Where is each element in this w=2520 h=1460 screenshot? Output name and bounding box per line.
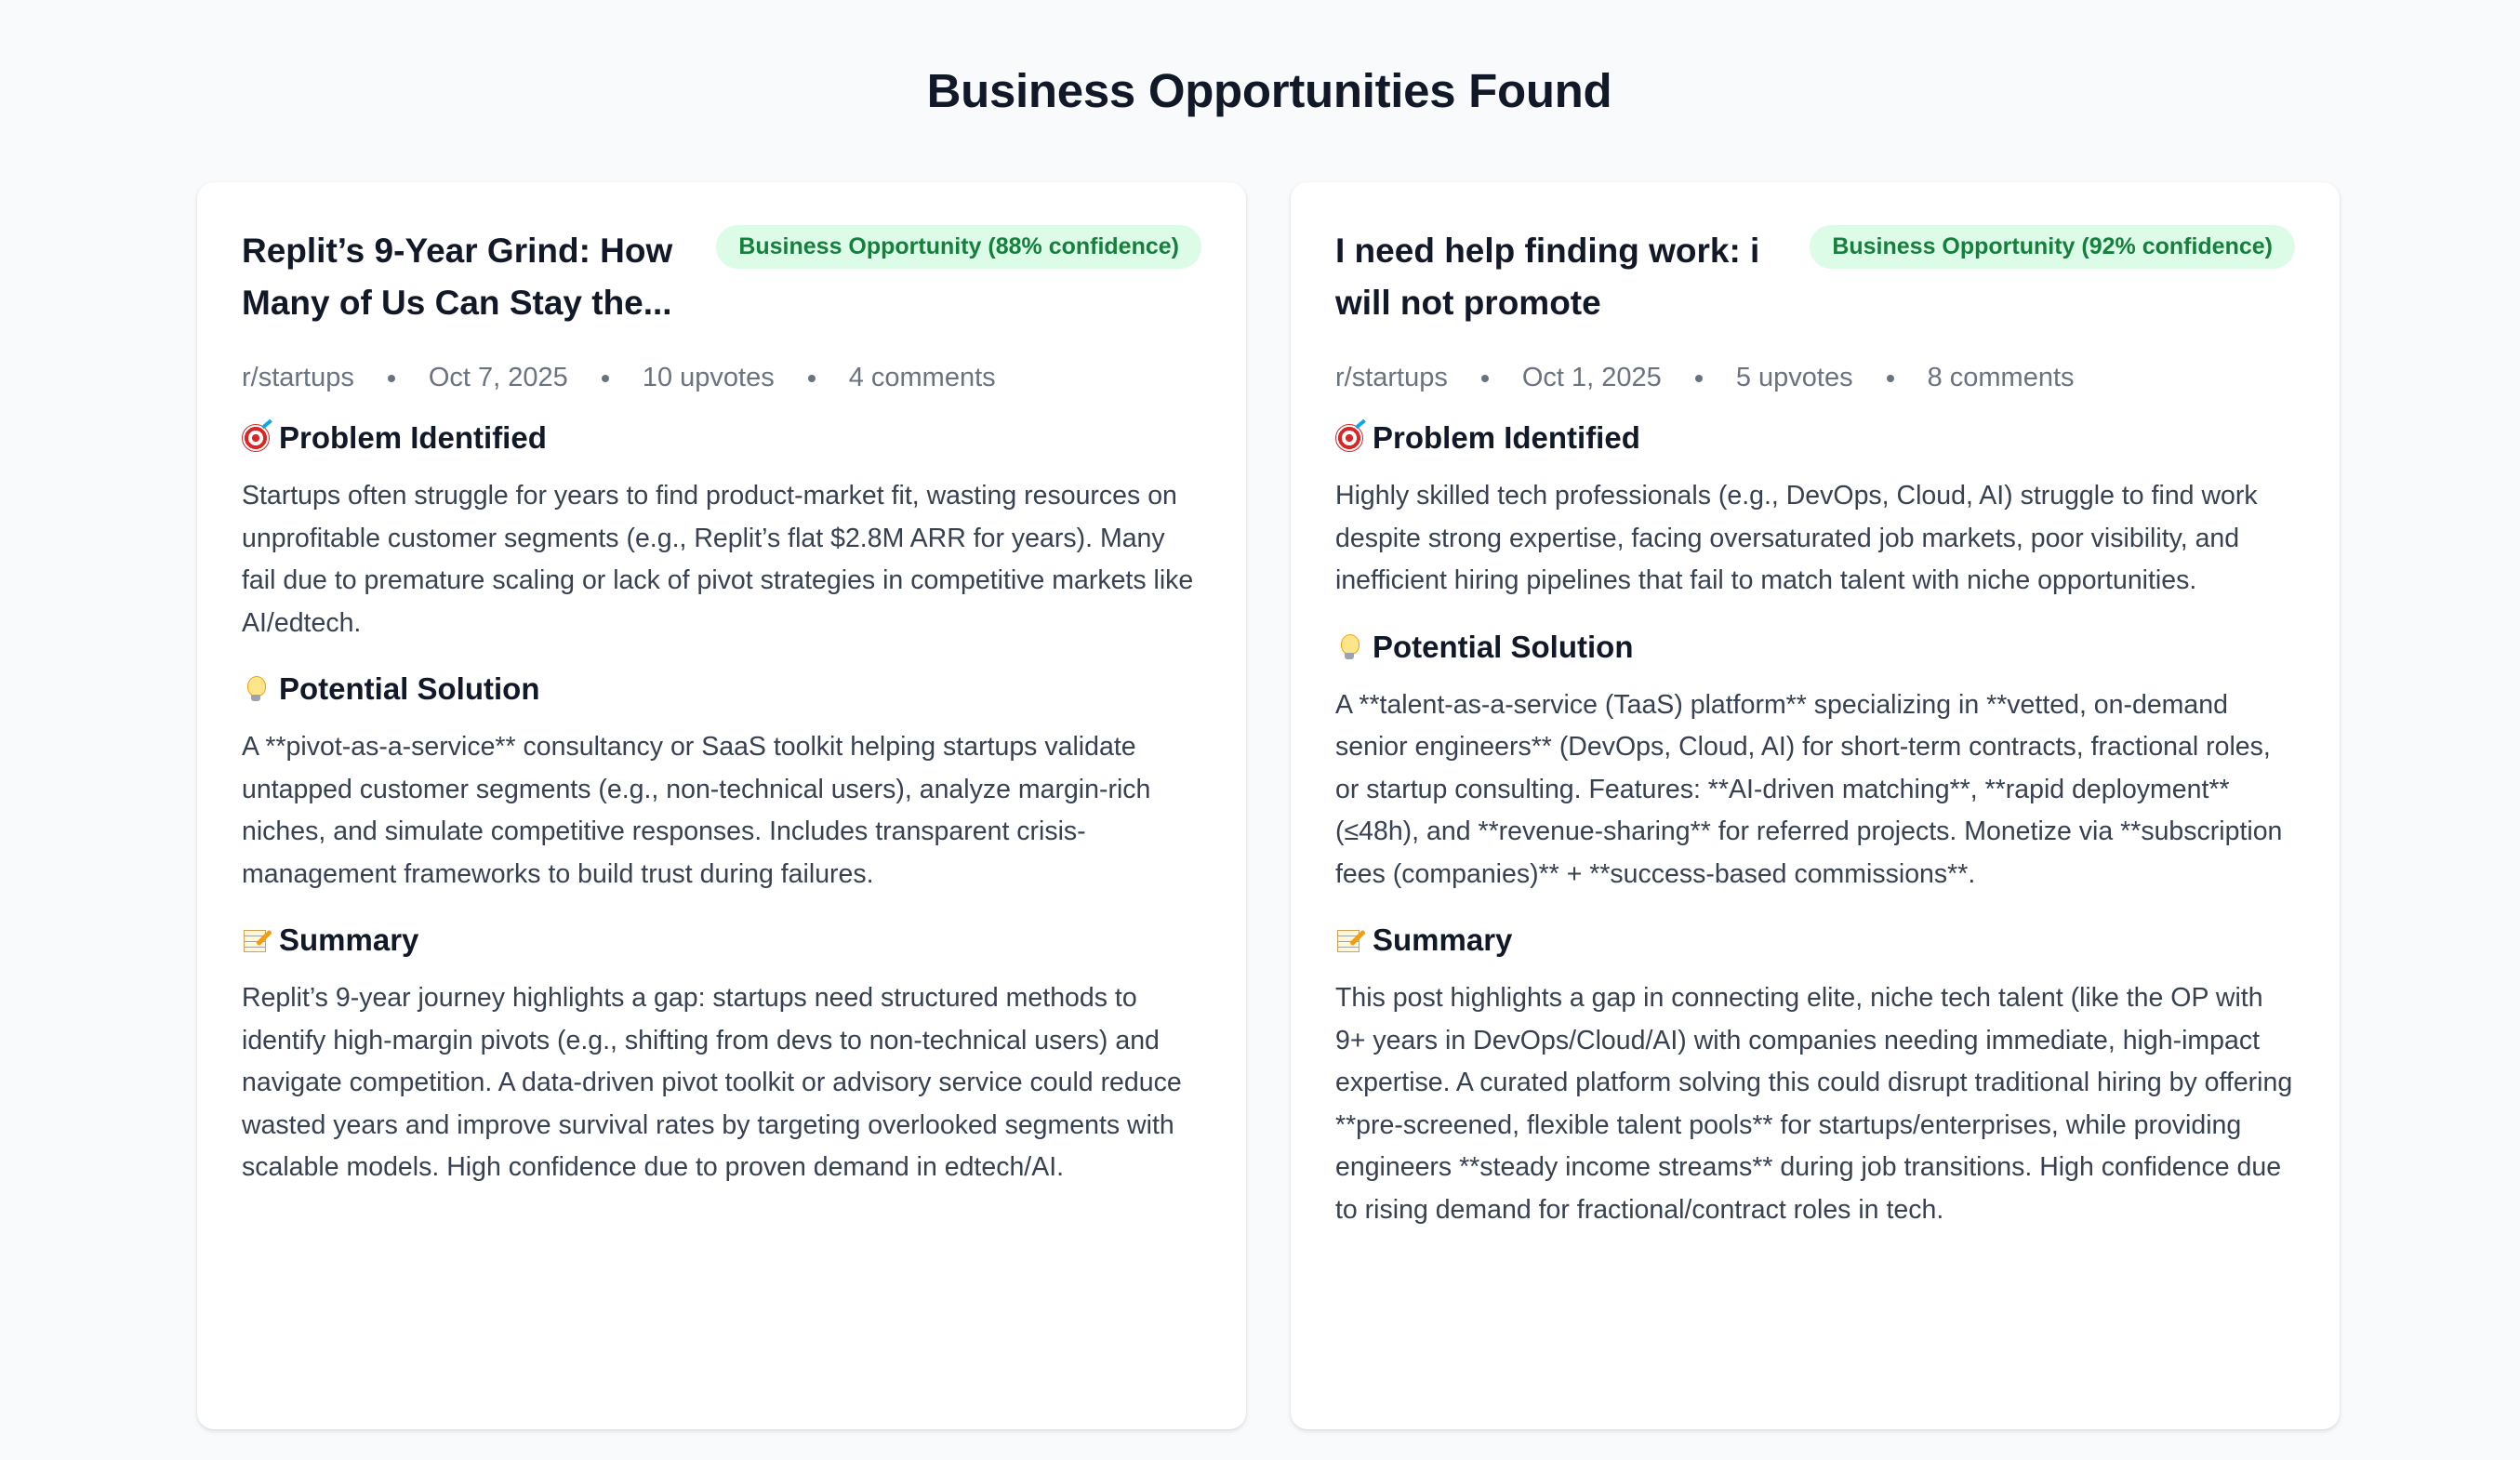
post-date: Oct 1, 2025: [1521, 363, 1662, 392]
confidence-badge: Business Opportunity (92% confidence): [1810, 225, 2295, 269]
opportunity-card: I need help finding work: i will not pro…: [1291, 182, 2340, 1429]
summary-section-title: Summary: [242, 920, 1201, 961]
summary-text: Replit’s 9-year journey highlights a gap…: [242, 983, 1182, 1182]
separator-dot: [1694, 374, 1703, 382]
separator-dot: [1886, 374, 1894, 382]
target-icon: [1335, 424, 1363, 452]
upvote-count: 10 upvotes: [642, 363, 775, 392]
post-date: Oct 7, 2025: [428, 363, 568, 392]
upvote-count: 5 upvotes: [1735, 363, 1853, 392]
post-meta: r/startups Oct 1, 2025 5 upvotes 8 comme…: [1335, 363, 2295, 393]
separator-dot: [387, 374, 395, 382]
problem-section-title: Problem Identified: [242, 418, 1201, 458]
card-header: Replit’s 9-Year Grind: How Many of Us Ca…: [242, 225, 1201, 329]
section-title-label: Summary: [1373, 922, 1513, 957]
summary-section-title: Summary: [1335, 920, 2295, 961]
problem-text: Startups often struggle for years to fin…: [242, 481, 1194, 638]
memo-icon: [1335, 926, 1363, 954]
section-title-label: Potential Solution: [1373, 629, 1634, 664]
solution-section-title: Potential Solution: [242, 669, 1201, 710]
section-title-label: Summary: [279, 922, 419, 957]
subreddit-link[interactable]: r/startups: [242, 363, 354, 393]
opportunity-card-list: Replit’s 9-Year Grind: How Many of Us Ca…: [197, 182, 2341, 1429]
lightbulb-icon: [1335, 633, 1363, 661]
post-title[interactable]: I need help finding work: i will not pro…: [1335, 225, 1800, 329]
summary-text: This post highlights a gap in connecting…: [1335, 983, 2293, 1225]
page-title: Business Opportunities Found: [926, 64, 1612, 117]
memo-icon: [242, 926, 270, 954]
solution-section-title: Potential Solution: [1335, 627, 2295, 668]
section-title-label: Problem Identified: [279, 420, 547, 455]
separator-dot: [601, 374, 609, 382]
target-icon: [242, 424, 270, 452]
solution-text: A **talent-as-a-service (TaaS) platform*…: [1335, 689, 2283, 889]
section-title-label: Problem Identified: [1373, 420, 1640, 455]
section-title-label: Potential Solution: [279, 671, 540, 706]
problem-text: Highly skilled tech professionals (e.g.,…: [1335, 481, 2258, 595]
confidence-badge: Business Opportunity (88% confidence): [716, 225, 1201, 269]
comment-count: 4 comments: [848, 363, 996, 392]
lightbulb-icon: [242, 675, 270, 703]
post-title[interactable]: Replit’s 9-Year Grind: How Many of Us Ca…: [242, 225, 707, 329]
separator-dot: [1480, 374, 1489, 382]
comment-count: 8 comments: [1927, 363, 2075, 392]
problem-section-title: Problem Identified: [1335, 418, 2295, 458]
opportunity-card: Replit’s 9-Year Grind: How Many of Us Ca…: [197, 182, 1246, 1429]
subreddit-link[interactable]: r/startups: [1335, 363, 1448, 393]
separator-dot: [807, 374, 816, 382]
solution-text: A **pivot-as-a-service** consultancy or …: [242, 732, 1151, 889]
post-meta: r/startups Oct 7, 2025 10 upvotes 4 comm…: [242, 363, 1201, 393]
card-header: I need help finding work: i will not pro…: [1335, 225, 2295, 329]
